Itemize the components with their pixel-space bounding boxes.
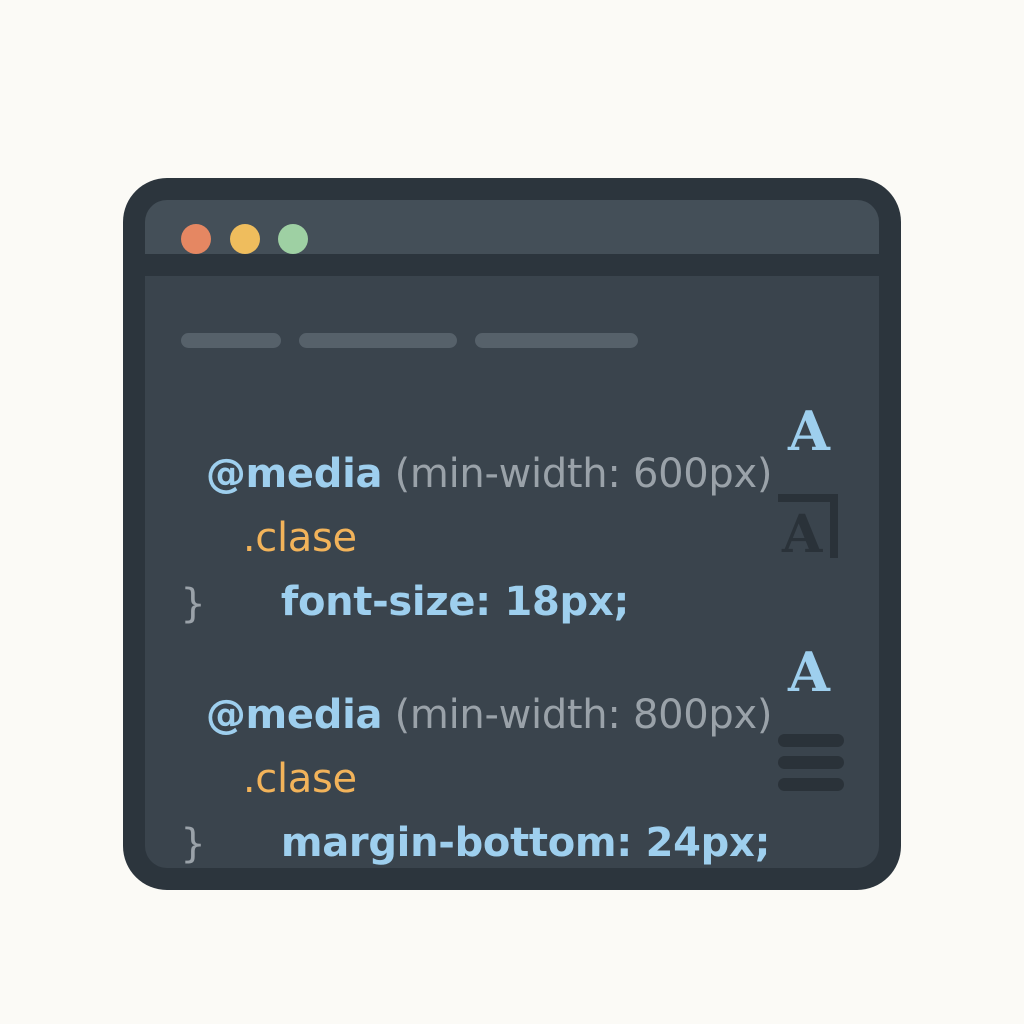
close-window-button[interactable] bbox=[181, 224, 211, 254]
tab-placeholder-2[interactable] bbox=[299, 333, 457, 348]
tab-placeholder-3[interactable] bbox=[475, 333, 638, 348]
maximize-window-button[interactable] bbox=[278, 224, 308, 254]
tab-placeholder-1[interactable] bbox=[181, 333, 281, 348]
font-letter-icon-2: A bbox=[788, 640, 830, 704]
font-size-box-letter: A bbox=[781, 504, 823, 558]
closing-brace-2: } bbox=[181, 821, 206, 867]
media-condition: (min-width: 800px) bbox=[394, 692, 773, 738]
code-line-declaration-2: margin-bottom: 24px; bbox=[256, 771, 771, 867]
font-size-box-icon: A bbox=[778, 494, 838, 558]
css-declaration: margin-bottom: 24px; bbox=[280, 820, 771, 866]
code-line-declaration-1: font-size: 18px; bbox=[256, 530, 630, 626]
closing-brace-1: } bbox=[181, 581, 206, 627]
minimize-window-button[interactable] bbox=[230, 224, 260, 254]
font-letter-icon: A bbox=[788, 399, 830, 463]
css-declaration: font-size: 18px; bbox=[280, 579, 630, 625]
media-condition: (min-width: 600px) bbox=[394, 451, 773, 497]
menu-lines-icon bbox=[778, 734, 844, 792]
